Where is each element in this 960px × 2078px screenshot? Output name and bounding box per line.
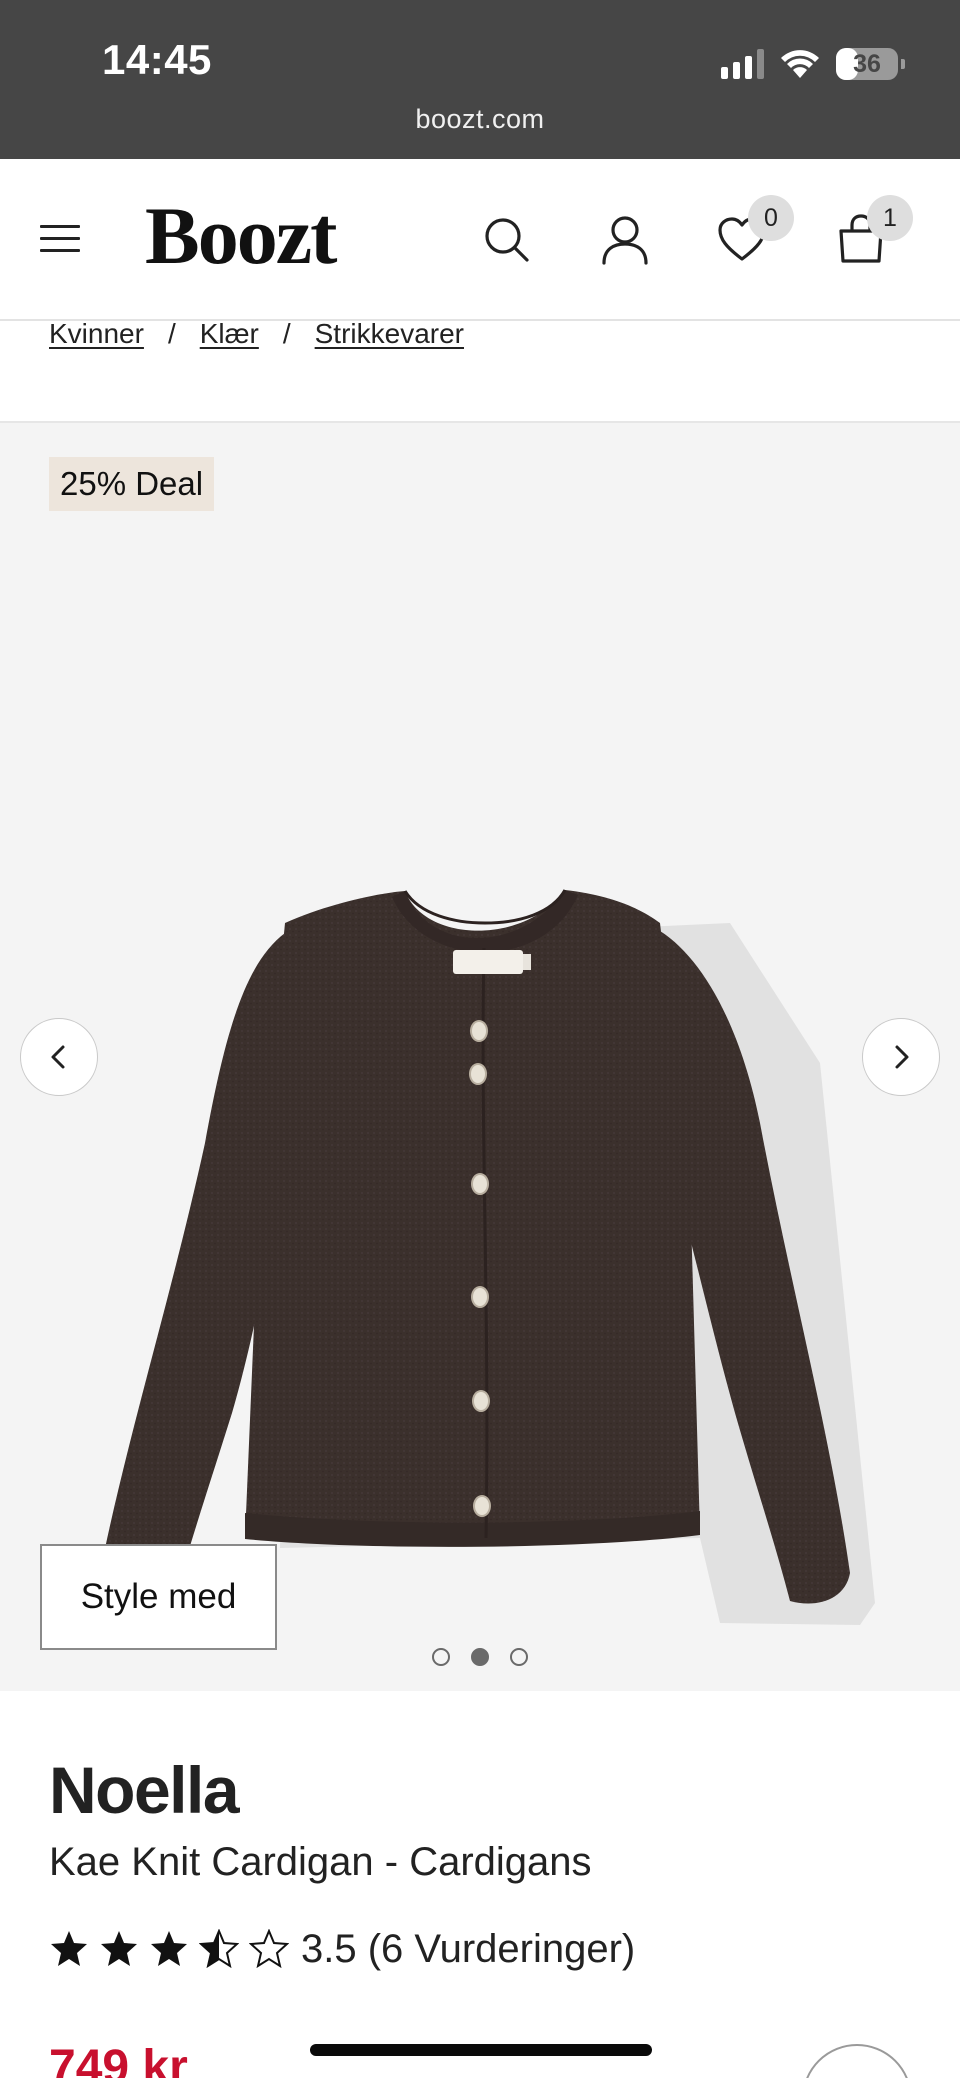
star-full-icon [49, 1929, 89, 1969]
style-with-button[interactable]: Style med [40, 1544, 277, 1650]
wifi-icon [781, 50, 819, 78]
pagination-dot[interactable] [510, 1648, 528, 1666]
breadcrumb-separator: / [282, 318, 291, 349]
star-half-icon [199, 1929, 239, 1969]
breadcrumb-separator: / [167, 318, 176, 349]
product-name: Kae Knit Cardigan - Cardigans [49, 1840, 592, 1884]
boozt-logo[interactable]: Boozt [145, 189, 337, 283]
site-header: Boozt 0 1 [0, 159, 960, 321]
deal-badge: 25% Deal [49, 457, 215, 511]
breadcrumb: Kvinner / Klær / Strikkevarer [49, 314, 464, 354]
status-icons: 36 [721, 44, 905, 84]
cart-button[interactable]: 1 [833, 195, 913, 267]
breadcrumb-kvinner[interactable]: Kvinner [49, 318, 144, 350]
star-full-icon [149, 1929, 189, 1969]
pagination-dot[interactable] [471, 1648, 489, 1666]
product-brand[interactable]: Noella [49, 1752, 240, 1828]
product-rating[interactable]: 3.5 (6 Vurderinger) [49, 1925, 635, 1973]
status-time: 14:45 [102, 36, 212, 83]
next-image-button[interactable] [862, 1018, 940, 1096]
star-empty-icon [249, 1929, 289, 1969]
image-pagination [0, 1648, 960, 1666]
search-icon[interactable] [478, 211, 534, 267]
circular-action-button[interactable] [802, 2044, 912, 2078]
chevron-left-icon [51, 1045, 65, 1069]
url-bar[interactable]: boozt.com [0, 104, 960, 135]
product-image [96, 889, 875, 1625]
breadcrumb-klaer[interactable]: Klær [200, 318, 259, 350]
rating-text: 3.5 (6 Vurderinger) [301, 1926, 636, 1971]
pagination-dot[interactable] [432, 1648, 450, 1666]
cellular-signal-icon [721, 49, 764, 79]
battery-level: 36 [853, 49, 881, 78]
menu-icon[interactable] [40, 225, 80, 255]
status-bar: 14:45 36 boozt.com [0, 0, 960, 159]
chevron-right-icon [895, 1045, 909, 1069]
star-full-icon [99, 1929, 139, 1969]
previous-image-button[interactable] [20, 1018, 98, 1096]
home-indicator [310, 2044, 652, 2056]
rating-stars [49, 1929, 289, 1969]
product-page: 14:45 36 boozt.com Boozt 0 1 Kvinner / K… [0, 0, 960, 2078]
product-price: 749 kr [49, 2041, 188, 2078]
wishlist-count-badge: 0 [748, 195, 794, 241]
battery-icon: 36 [836, 48, 905, 80]
product-image-gallery[interactable]: 25% Deal Style med [0, 423, 960, 1691]
account-icon[interactable] [597, 211, 653, 267]
breadcrumb-strikkevarer[interactable]: Strikkevarer [315, 318, 464, 350]
cart-count-badge: 1 [867, 195, 913, 241]
wishlist-button[interactable]: 0 [714, 195, 794, 267]
